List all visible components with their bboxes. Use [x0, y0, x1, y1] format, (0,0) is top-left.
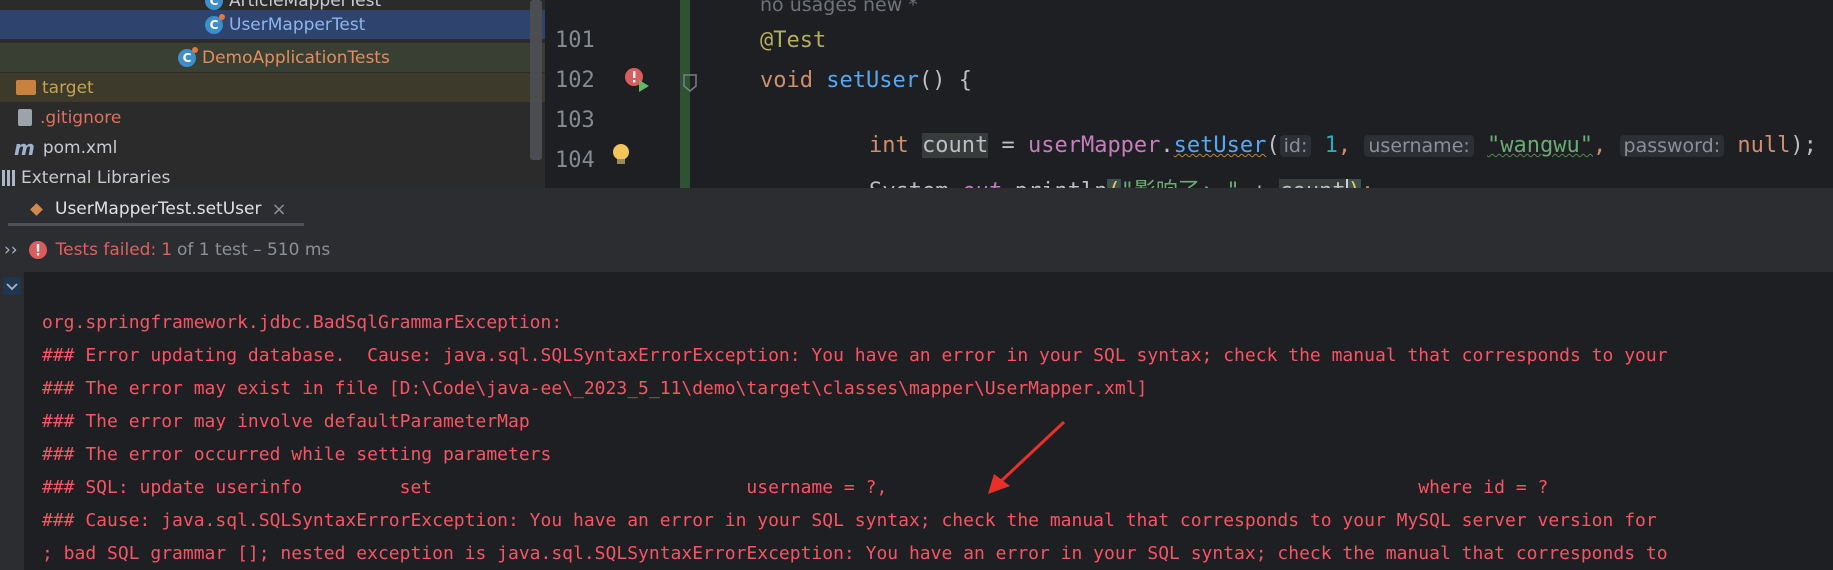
console-line: ### The error may involve defaultParamet…	[42, 411, 530, 432]
field-token: out	[962, 179, 1002, 188]
tree-item-label: UserMapperTest	[229, 14, 366, 35]
tree-item-label: ArticleMapperTest	[229, 0, 382, 11]
annotation-arrow	[988, 420, 1066, 494]
change-marker	[680, 0, 690, 188]
tree-item-label: External Libraries	[21, 167, 171, 188]
punctuation-token: () {	[918, 68, 972, 93]
project-tree: C ArticleMapperTest C UserMapperTest C D…	[0, 0, 545, 188]
usages-hint[interactable]: no usages new *	[760, 0, 918, 16]
tree-item-label: target	[42, 77, 94, 98]
folder-icon	[16, 80, 36, 95]
console-line: ### The error occurred while setting par…	[42, 444, 552, 465]
punctuation-token: ,	[1593, 133, 1607, 158]
tree-item-usermappertest[interactable]: C UserMapperTest	[0, 10, 545, 39]
tree-item-label: DemoApplicationTests	[202, 47, 390, 68]
code-editor[interactable]: 101 102 103 104 no usages new * @Test vo…	[545, 0, 1833, 188]
code-line-101: @Test	[760, 28, 826, 53]
maven-icon: m	[14, 135, 35, 160]
string-token: "wangwu"	[1487, 133, 1594, 158]
run-test-failed-icon[interactable]	[623, 66, 651, 94]
console-gutter	[0, 272, 24, 570]
code-line-104: System.out.println("影响了: " + count);	[816, 148, 1374, 188]
line-number: 102	[555, 68, 595, 93]
console-line: ### Error updating database. Cause: java…	[42, 345, 1668, 366]
status-failed-count: 1	[161, 240, 173, 260]
tree-item-label: pom.xml	[42, 137, 118, 158]
string-token: "影响了: "	[1121, 179, 1240, 188]
close-icon[interactable]: ×	[271, 199, 286, 220]
run-tab[interactable]: UserMapperTest.setUser ×	[12, 194, 287, 224]
paren-token: )	[1345, 179, 1361, 188]
paren-token: (	[1107, 179, 1121, 188]
param-hint-username: username:	[1364, 135, 1474, 157]
run-config-icon	[30, 202, 43, 216]
class-icon: C	[205, 0, 223, 10]
console-line: ; bad SQL grammar []; nested exception i…	[42, 543, 1668, 564]
code-line-102: void setUser() {	[760, 68, 972, 93]
param-hint-password: password:	[1619, 135, 1725, 157]
fold-icon[interactable]	[683, 74, 697, 92]
class-icon: C	[205, 13, 225, 34]
class-token: System	[869, 179, 948, 188]
line-number: 103	[555, 108, 595, 133]
tree-item-external-libraries[interactable]: External Libraries	[0, 163, 545, 188]
punctuation-token: .	[1001, 179, 1014, 188]
punctuation-token: ;	[1361, 179, 1374, 188]
library-icon	[2, 169, 15, 186]
punctuation-token: );	[1790, 133, 1817, 158]
tree-item-label: .gitignore	[40, 107, 122, 128]
operator-token: +	[1240, 179, 1280, 188]
console-line: org.springframework.jdbc.BadSqlGrammarEx…	[42, 312, 563, 333]
run-tab-bar: UserMapperTest.setUser ×	[0, 188, 1833, 228]
method-name-token: setUser	[826, 68, 919, 93]
tree-item-target[interactable]: target	[0, 73, 545, 102]
file-icon	[18, 109, 32, 126]
test-status-bar: ›› Tests failed: 1 of 1 test – 510 ms	[0, 228, 1833, 272]
chevron-down-icon[interactable]	[3, 277, 21, 295]
run-tab-label: UserMapperTest.setUser	[55, 199, 262, 219]
editor-gutter: 101 102 103 104	[545, 0, 697, 188]
line-number: 101	[555, 28, 595, 53]
tree-item-demoapplicationtests[interactable]: C DemoApplicationTests	[0, 43, 545, 72]
class-icon: C	[178, 46, 198, 67]
tree-item-gitignore[interactable]: .gitignore	[0, 103, 545, 132]
variable-token: count	[1279, 179, 1346, 188]
punctuation-token: .	[948, 179, 961, 188]
tree-item-pom-xml[interactable]: m pom.xml	[0, 133, 545, 162]
console-line: ### The error may exist in file [D:\Code…	[42, 378, 1148, 399]
method-call-token: println	[1015, 179, 1108, 188]
annotation-token: @Test	[760, 28, 827, 53]
keyword-token: null	[1737, 133, 1791, 158]
console-line: ### Cause: java.sql.SQLSyntaxErrorExcept…	[42, 510, 1657, 531]
lightbulb-icon[interactable]	[611, 143, 631, 167]
tree-scrollbar[interactable]	[530, 0, 542, 160]
console-line: ### SQL: update userinfo set username = …	[42, 477, 1549, 498]
active-tab-indicator	[8, 223, 304, 226]
status-failed-label: Tests failed:	[55, 240, 157, 260]
expand-icon[interactable]: ››	[4, 240, 18, 260]
status-summary: of 1 test – 510 ms	[177, 240, 331, 260]
keyword-token: void	[760, 68, 813, 93]
error-icon	[28, 241, 47, 259]
